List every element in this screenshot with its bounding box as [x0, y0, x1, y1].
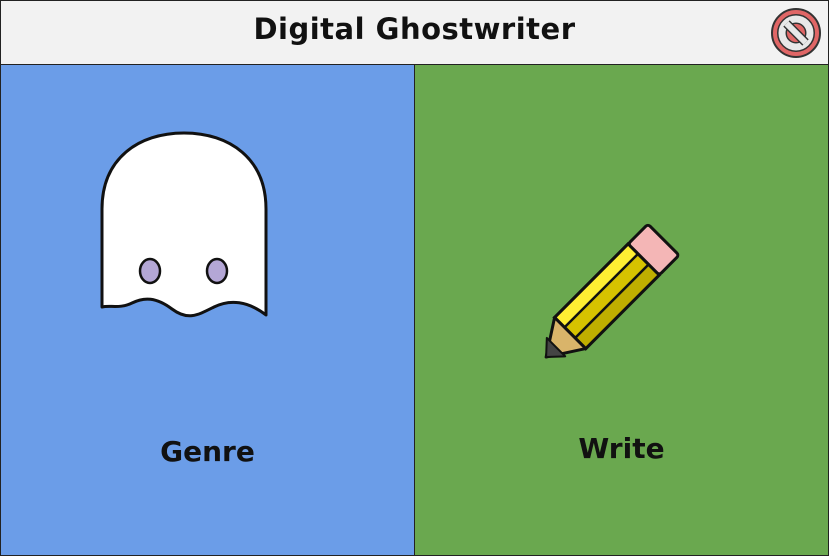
app-window: Digital Ghostwriter Genre Write — [0, 0, 829, 556]
close-button[interactable] — [770, 7, 822, 59]
pencil-icon — [544, 223, 680, 359]
app-title: Digital Ghostwriter — [253, 12, 576, 46]
title-bar: Digital Ghostwriter — [1, 1, 828, 65]
write-label: Write — [578, 432, 665, 465]
genre-label: Genre — [160, 435, 255, 468]
no-entry-icon — [771, 8, 821, 58]
ghost-icon — [100, 131, 268, 318]
